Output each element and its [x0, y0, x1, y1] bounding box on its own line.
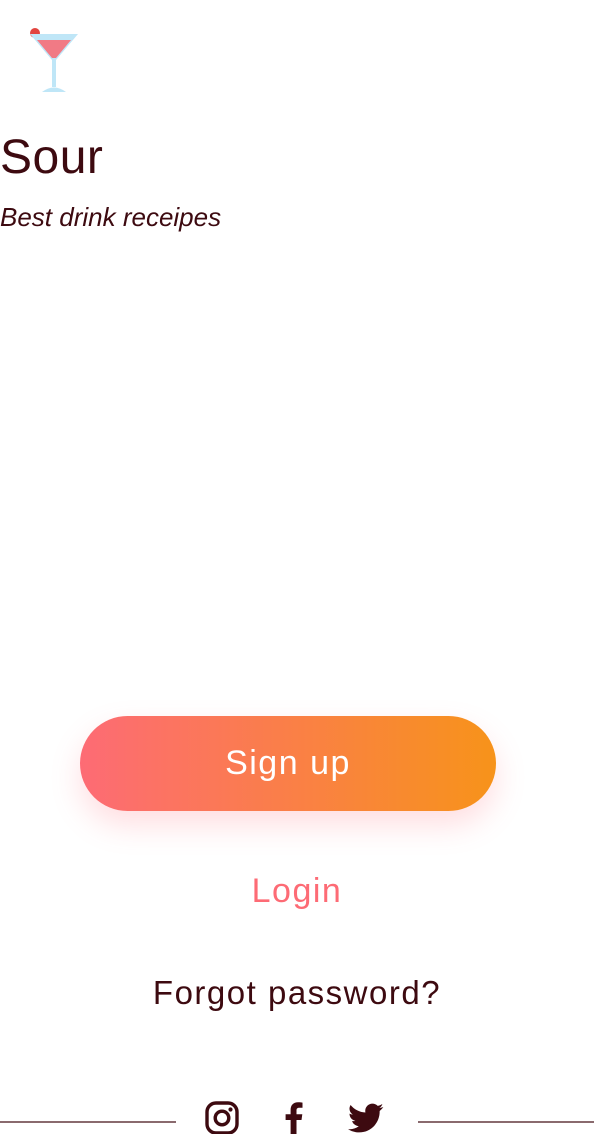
divider-right — [418, 1121, 594, 1123]
twitter-icon[interactable] — [348, 1100, 384, 1134]
forgot-password-link[interactable]: Forgot password? — [0, 970, 594, 1016]
app-title: Sour — [0, 131, 104, 184]
instagram-icon[interactable] — [204, 1100, 240, 1134]
facebook-icon[interactable] — [276, 1100, 312, 1134]
cocktail-glass-icon — [26, 26, 82, 96]
login-link[interactable]: Login — [0, 868, 594, 914]
signup-button[interactable]: Sign up — [80, 716, 496, 811]
app-subtitle: Best drink receipes — [0, 202, 222, 232]
divider-left — [0, 1121, 176, 1123]
